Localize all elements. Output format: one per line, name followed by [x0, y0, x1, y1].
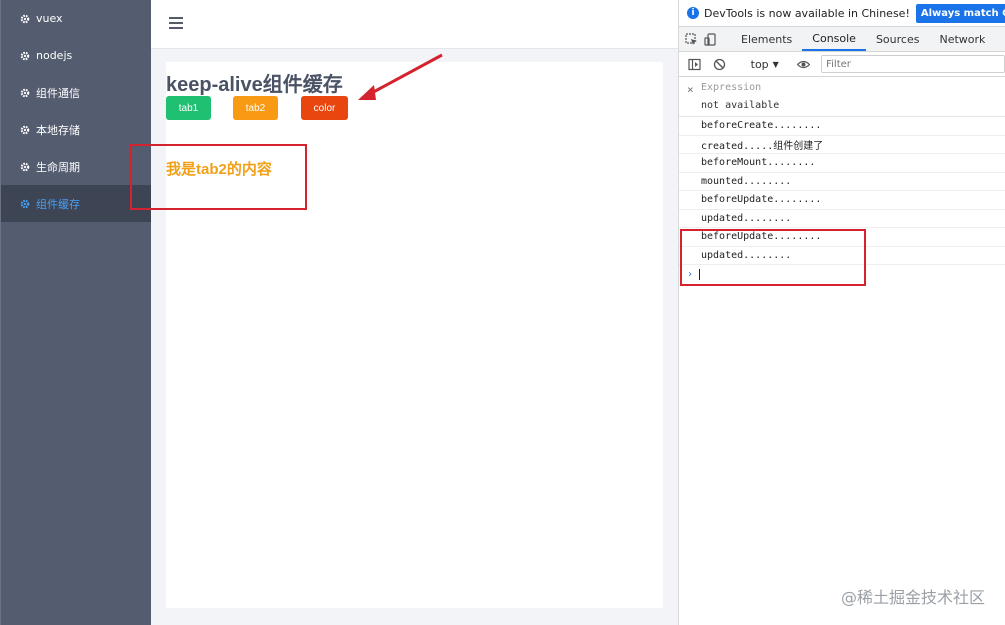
inspect-element-icon[interactable]: [685, 27, 698, 51]
tab-console[interactable]: Console: [802, 27, 866, 51]
sidebar-item-label: nodejs: [36, 49, 73, 62]
sidebar-item-storage[interactable]: 本地存储: [1, 111, 151, 148]
sidebar-toggle-icon[interactable]: [685, 58, 704, 71]
eye-icon[interactable]: [794, 58, 813, 71]
device-toolbar-icon[interactable]: [704, 27, 717, 51]
console-log-line: beforeUpdate........: [679, 191, 1005, 210]
close-icon[interactable]: ×: [687, 83, 694, 96]
console-log-line: beforeCreate........: [679, 117, 1005, 136]
sidebar-item-lifecycle[interactable]: 生命周期: [1, 148, 151, 185]
gear-icon: [20, 199, 30, 209]
info-icon: i: [687, 7, 699, 19]
gear-icon: [20, 125, 30, 135]
sidebar-item-label: vuex: [36, 12, 63, 25]
expression-label: Expression: [701, 82, 762, 93]
annotation-arrow: [358, 53, 443, 100]
info-text: DevTools is now available in Chinese!: [704, 6, 910, 20]
devtools-panel: i DevTools is now available in Chinese! …: [679, 0, 1005, 625]
context-value: top: [750, 57, 769, 71]
gear-icon: [20, 88, 30, 98]
watermark: @稀土掘金技术社区: [840, 588, 985, 607]
tab-sources[interactable]: Sources: [866, 27, 930, 51]
page-title: keep-alive组件缓存: [166, 74, 343, 96]
gear-icon: [20, 51, 30, 61]
gear-icon: [20, 14, 30, 24]
annotation-box-logs: [680, 229, 866, 286]
sidebar-item-vuex[interactable]: vuex: [1, 0, 151, 37]
tab1-button[interactable]: tab1: [166, 96, 211, 120]
filter-input[interactable]: [821, 55, 1005, 73]
gear-icon: [20, 162, 30, 172]
sidebar-item-cache[interactable]: 组件缓存: [1, 185, 151, 222]
console-log-line: mounted........: [679, 173, 1005, 191]
tab-network[interactable]: Network: [929, 27, 995, 51]
sidebar-item-label: 组件缓存: [36, 197, 80, 211]
live-expression: × Expression not available: [679, 77, 1005, 117]
color-button[interactable]: color: [301, 96, 348, 120]
top-bar: [151, 0, 678, 49]
sidebar-item-label: 组件通信: [36, 86, 80, 100]
tab-elements[interactable]: Elements: [731, 27, 802, 51]
sidebar-item-label: 生命周期: [36, 160, 80, 174]
caret-down-icon: ▼: [772, 59, 779, 69]
tab2-button[interactable]: tab2: [233, 96, 278, 120]
always-match-button[interactable]: Always match Chrome's: [915, 3, 1005, 23]
devtools-info-bar: i DevTools is now available in Chinese! …: [679, 0, 1005, 27]
sidebar-item-communication[interactable]: 组件通信: [1, 74, 151, 111]
context-select[interactable]: top ▼: [751, 58, 779, 71]
sidebar: vuex nodejs 组件通信 本地存储 生命周期 组件缓存: [0, 0, 151, 625]
menu-icon[interactable]: [169, 17, 183, 29]
tab-performance[interactable]: Pe: [995, 27, 1005, 51]
annotation-box-content: [130, 144, 307, 210]
expression-value: not available: [701, 100, 780, 111]
console-filter-bar: top ▼: [679, 52, 1005, 77]
sidebar-item-label: 本地存储: [36, 123, 80, 137]
devtools-tab-bar: Elements Console Sources Network Pe: [679, 27, 1005, 52]
console-log-line: beforeMount........: [679, 154, 1005, 173]
console-log-line: updated........: [679, 210, 1005, 228]
console-log-line: created.....组件创建了: [679, 136, 1005, 154]
clear-console-icon[interactable]: [710, 58, 729, 71]
sidebar-item-nodejs[interactable]: nodejs: [1, 37, 151, 74]
